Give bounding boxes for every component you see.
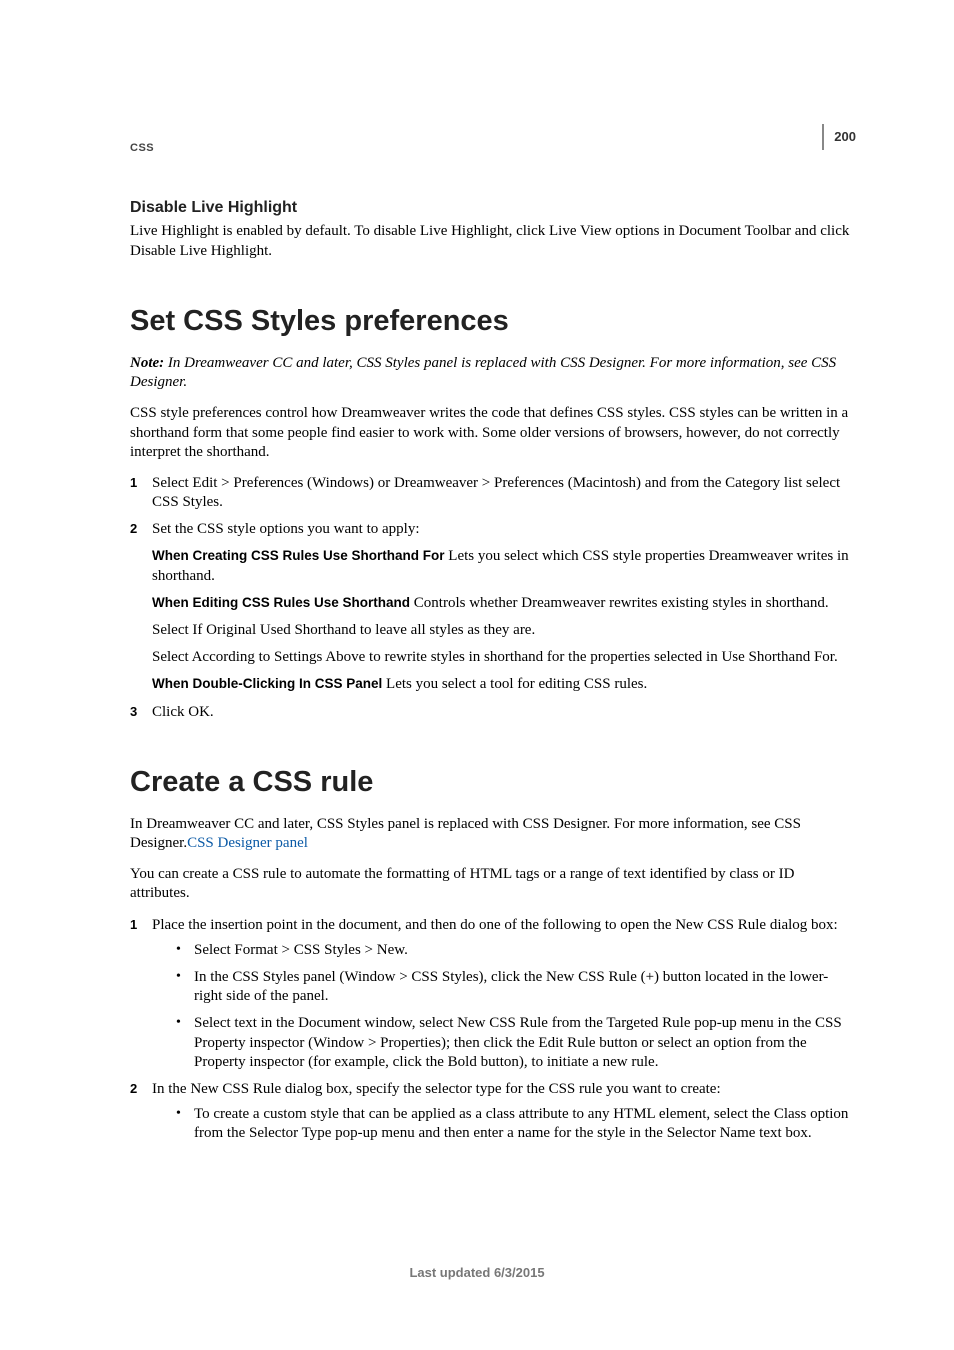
- step-1: 1 Select Edit > Preferences (Windows) or…: [130, 474, 856, 512]
- def-label: When Creating CSS Rules Use Shorthand Fo…: [152, 548, 448, 563]
- note-set-css-styles: Note: In Dreamweaver CC and later, CSS S…: [130, 354, 856, 392]
- def-body: Lets you select a tool for editing CSS r…: [386, 676, 647, 692]
- para-if-original: Select If Original Used Shorthand to lea…: [152, 621, 856, 640]
- steps-create-css-rule: 1 Place the insertion point in the docum…: [130, 916, 856, 1144]
- subhead-disable-live-highlight: Disable Live Highlight: [130, 198, 856, 218]
- bullets-step-2: To create a custom style that can be app…: [176, 1105, 856, 1143]
- footer-last-updated: Last updated 6/3/2015: [0, 1265, 954, 1280]
- note-label: Note:: [130, 355, 168, 371]
- step-number: 2: [130, 520, 137, 538]
- step-number: 2: [130, 1080, 137, 1098]
- step-2: 2 In the New CSS Rule dialog box, specif…: [130, 1080, 856, 1144]
- link-css-designer-panel[interactable]: CSS Designer panel: [187, 835, 308, 851]
- step-text: Place the insertion point in the documen…: [152, 917, 838, 933]
- step-text: Set the CSS style options you want to ap…: [152, 521, 420, 537]
- bullet-item: In the CSS Styles panel (Window > CSS St…: [176, 968, 856, 1006]
- step-number: 1: [130, 916, 137, 934]
- step-number: 3: [130, 703, 137, 721]
- running-head: CSS: [130, 142, 154, 154]
- para-disable-live-highlight: Live Highlight is enabled by default. To…: [130, 222, 856, 260]
- step-2: 2 Set the CSS style options you want to …: [130, 520, 856, 694]
- para-according-to: Select According to Settings Above to re…: [152, 648, 856, 667]
- page-number-wrap: 200: [822, 124, 856, 150]
- intro-create-css-rule-1: In Dreamweaver CC and later, CSS Styles …: [130, 815, 856, 853]
- heading-create-css-rule: Create a CSS rule: [130, 764, 856, 801]
- step-1: 1 Place the insertion point in the docum…: [130, 916, 856, 1072]
- step-3: 3 Click OK.: [130, 703, 856, 722]
- intro-create-css-rule-2: You can create a CSS rule to automate th…: [130, 865, 856, 903]
- def-when-double-click: When Double-Clicking In CSS Panel Lets y…: [152, 675, 856, 694]
- def-label: When Double-Clicking In CSS Panel: [152, 676, 386, 691]
- note-body: In Dreamweaver CC and later, CSS Styles …: [130, 355, 836, 390]
- step-number: 1: [130, 474, 137, 492]
- step-text: Select Edit > Preferences (Windows) or D…: [152, 475, 840, 510]
- def-body: Controls whether Dreamweaver rewrites ex…: [414, 595, 829, 611]
- page-number: 200: [834, 129, 856, 144]
- bullets-step-1: Select Format > CSS Styles > New. In the…: [176, 941, 856, 1072]
- bullet-item: To create a custom style that can be app…: [176, 1105, 856, 1143]
- step-text: Click OK.: [152, 704, 214, 720]
- def-when-creating: When Creating CSS Rules Use Shorthand Fo…: [152, 547, 856, 585]
- def-when-editing: When Editing CSS Rules Use Shorthand Con…: [152, 594, 856, 613]
- step-text: In the New CSS Rule dialog box, specify …: [152, 1081, 721, 1097]
- bullet-item: Select Format > CSS Styles > New.: [176, 941, 856, 960]
- page: CSS 200 Disable Live Highlight Live High…: [0, 0, 954, 1350]
- page-content: Disable Live Highlight Live Highlight is…: [130, 198, 856, 1144]
- intro-set-css-styles: CSS style preferences control how Dreamw…: [130, 404, 856, 462]
- heading-set-css-styles-preferences: Set CSS Styles preferences: [130, 303, 856, 340]
- steps-set-css-styles: 1 Select Edit > Preferences (Windows) or…: [130, 474, 856, 722]
- def-label: When Editing CSS Rules Use Shorthand: [152, 595, 414, 610]
- bullet-item: Select text in the Document window, sele…: [176, 1014, 856, 1072]
